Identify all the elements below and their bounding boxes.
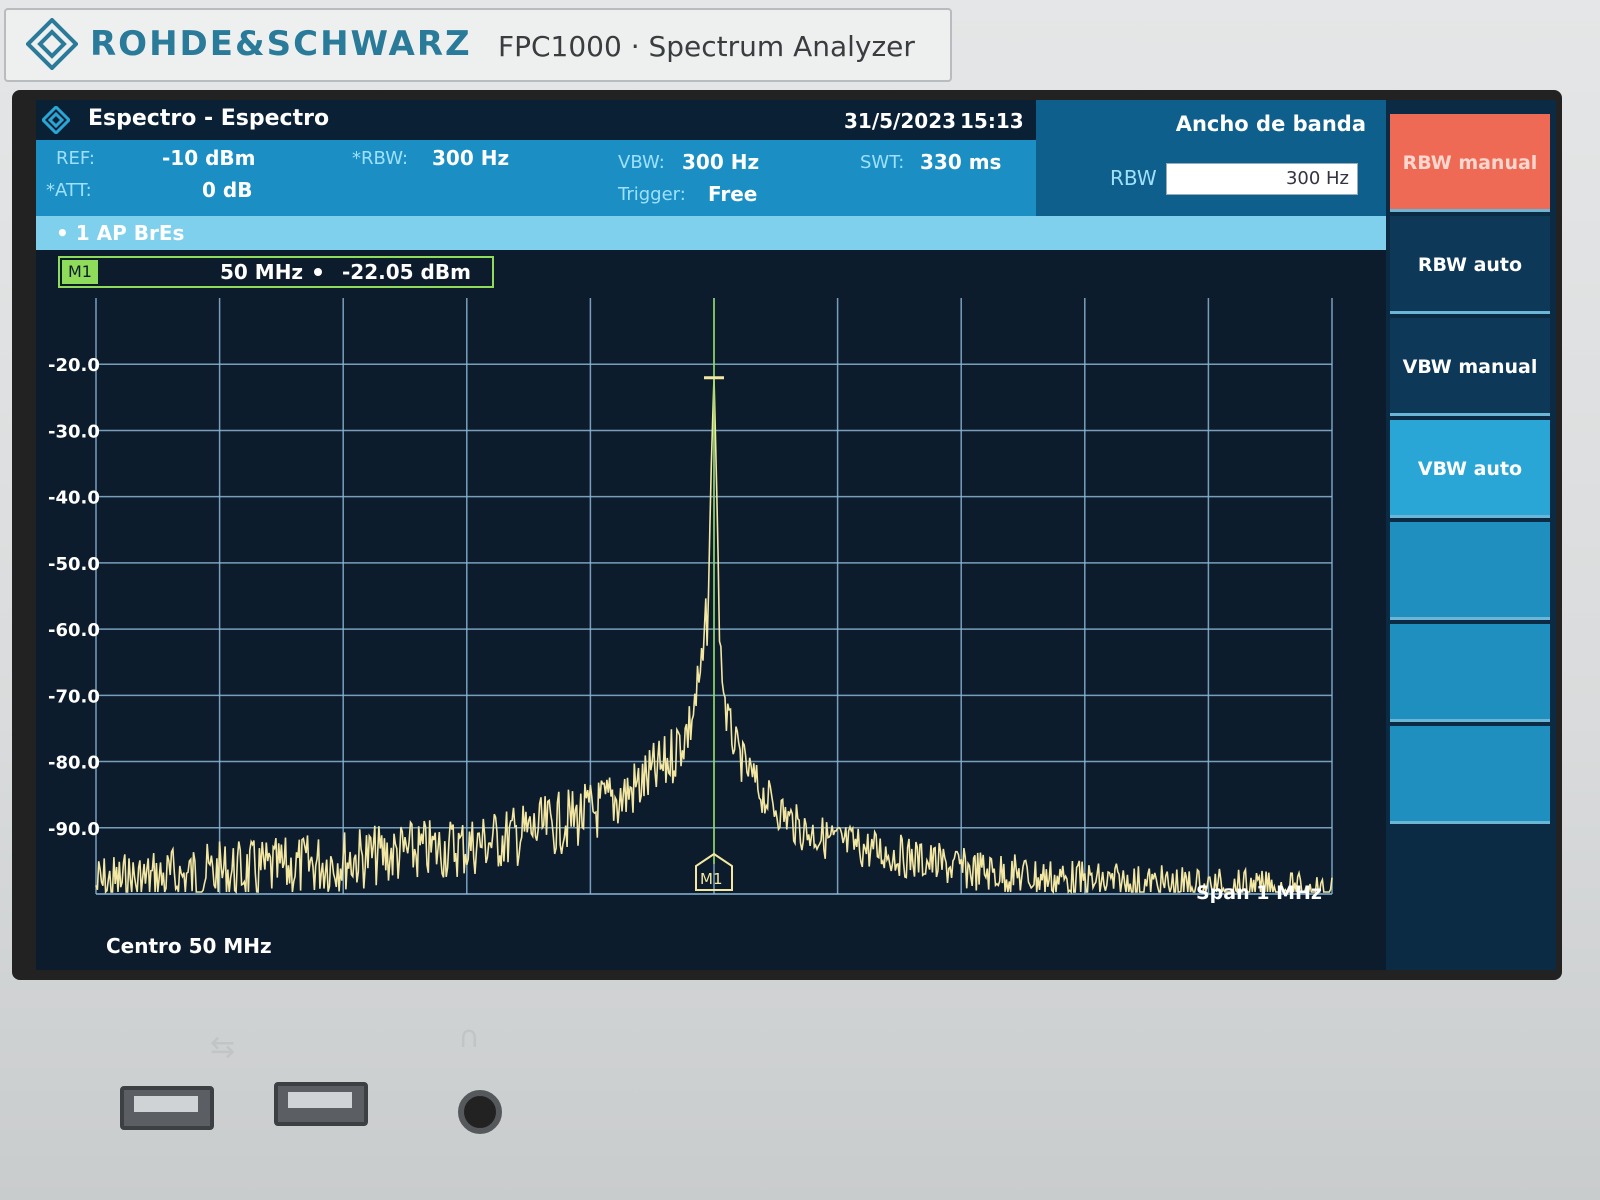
marker-flag-label: M1 xyxy=(700,870,723,888)
brand-name: ROHDE&SCHWARZ xyxy=(90,24,472,64)
span-label[interactable]: Span 1 MHz xyxy=(1196,882,1322,904)
softkey-vbw-manual[interactable]: VBW manual xyxy=(1390,318,1550,416)
softkey-empty-6[interactable] xyxy=(1390,624,1550,722)
y-tick-label: -50.0 xyxy=(48,554,100,575)
center-frequency-label[interactable]: Centro 50 MHz xyxy=(106,934,272,958)
rbw-param-label: *RBW: xyxy=(352,148,409,169)
softkey-rbw-auto[interactable]: RBW auto xyxy=(1390,216,1550,314)
rohde-schwarz-logo-icon xyxy=(26,18,78,70)
trace-strip: • 1 AP BrEs xyxy=(36,216,1386,250)
vbw-param-label: VBW: xyxy=(618,152,665,173)
plot-footer: Centro 50 MHz Span 1 MHz xyxy=(36,882,1386,970)
softkey-empty-5[interactable] xyxy=(1390,522,1550,620)
y-tick-label: -60.0 xyxy=(48,620,100,641)
spectrum-chart[interactable]: -20.0 -30.0 -40.0 -50.0 -60.0 -70.0 -80.0 -90.0… xyxy=(36,294,1386,930)
screen-title: Espectro - Espectro xyxy=(88,106,330,131)
rbw-input[interactable]: 300 Hz xyxy=(1166,163,1358,195)
date-display: 31/5/2023 xyxy=(844,109,957,133)
marker-readout[interactable]: M1 50 MHz -22.05 dBm xyxy=(58,256,494,288)
y-tick-label: -40.0 xyxy=(48,488,100,509)
headphone-jack xyxy=(458,1090,502,1134)
time-display: 15:13 xyxy=(960,109,1024,133)
headphone-icon: ∩ xyxy=(458,1020,480,1055)
marker-tag: M1 xyxy=(62,260,98,284)
att-label: *ATT: xyxy=(46,180,92,201)
trigger-label: Trigger: xyxy=(618,184,686,205)
y-tick-label: -80.0 xyxy=(48,753,100,774)
y-tick-label: -20.0 xyxy=(48,355,100,376)
usb-port-2 xyxy=(274,1082,368,1126)
model-name: FPC1000 · Spectrum Analyzer xyxy=(498,30,915,63)
softkey-vbw-auto[interactable]: VBW auto xyxy=(1390,420,1550,518)
rs-diamond-icon xyxy=(42,106,70,134)
trace-label[interactable]: • 1 AP BrEs xyxy=(56,221,184,245)
rbw-param-value[interactable]: 300 Hz xyxy=(432,146,509,170)
y-tick-label: -90.0 xyxy=(48,819,100,840)
y-tick-label: -30.0 xyxy=(48,421,100,442)
marker-level: -22.05 dBm xyxy=(342,260,471,284)
vbw-param-value[interactable]: 300 Hz xyxy=(682,150,759,174)
swt-label: SWT: xyxy=(860,152,905,173)
analyzer-screen: Espectro - Espectro 31/5/2023 15:13 REF:… xyxy=(36,100,1556,970)
spectrum-plot[interactable]: -20.0 -30.0 -40.0 -50.0 -60.0 -70.0 -80.0 -90.0… xyxy=(36,294,1386,970)
rbw-input-label: RBW xyxy=(1110,166,1157,190)
marker-frequency: 50 MHz xyxy=(220,260,304,284)
bandwidth-panel: Ancho de banda RBW 300 Hz xyxy=(1036,100,1386,216)
softkey-empty-7[interactable] xyxy=(1390,726,1550,824)
trigger-value[interactable]: Free xyxy=(708,182,757,206)
usb-symbol-icon: ⇆ xyxy=(210,1030,236,1065)
softkey-panel: RBW manual RBW auto VBW manual VBW auto xyxy=(1386,100,1556,970)
measurement-params: REF: -10 dBm *ATT: 0 dB *RBW: 300 Hz VBW… xyxy=(36,140,1036,216)
title-bar: Espectro - Espectro 31/5/2023 15:13 xyxy=(36,100,1036,140)
ref-value[interactable]: -10 dBm xyxy=(162,146,256,170)
device-bezel: ROHDE&SCHWARZ FPC1000 · Spectrum Analyze… xyxy=(0,0,1600,1200)
marker-separator-dot xyxy=(314,268,322,276)
ref-label: REF: xyxy=(56,148,95,169)
brand-bar: ROHDE&SCHWARZ FPC1000 · Spectrum Analyze… xyxy=(4,8,952,82)
y-tick-label: -70.0 xyxy=(48,686,100,707)
softkey-rbw-manual[interactable]: RBW manual xyxy=(1390,114,1550,212)
usb-port-1 xyxy=(120,1086,214,1130)
att-value[interactable]: 0 dB xyxy=(202,178,252,202)
bandwidth-panel-title: Ancho de banda xyxy=(1175,112,1366,136)
swt-value[interactable]: 330 ms xyxy=(920,150,1001,174)
marker-readout-row: M1 50 MHz -22.05 dBm xyxy=(36,250,1386,294)
